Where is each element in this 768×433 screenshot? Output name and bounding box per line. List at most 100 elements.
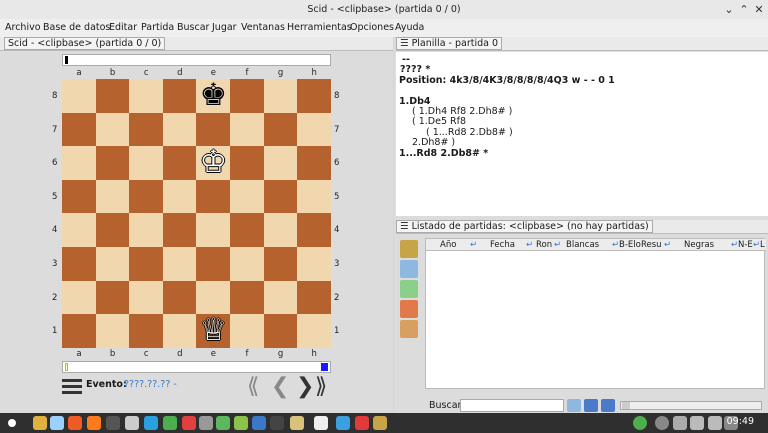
square-e7[interactable] [196, 112, 230, 147]
square-a5[interactable] [62, 179, 96, 214]
square-d4[interactable] [162, 213, 197, 247]
square-c7[interactable] [129, 112, 163, 147]
game-list-tab[interactable]: ☰ Listado de partidas: <clipbase> (no ha… [396, 220, 653, 233]
pgn-line[interactable]: 2.Dh8# ) [412, 137, 455, 148]
column-ronda[interactable]: Ron [536, 239, 552, 251]
open-database-icon[interactable] [400, 240, 418, 258]
pgn-line[interactable]: ( 1.De5 Rf8 [412, 116, 466, 127]
close-icon[interactable]: ✕ [752, 0, 766, 19]
square-h5[interactable] [297, 179, 331, 214]
square-h1[interactable] [297, 314, 331, 348]
square-f2[interactable] [230, 280, 264, 315]
square-a3[interactable] [62, 247, 96, 281]
square-f5[interactable] [230, 179, 264, 214]
square-b6[interactable] [95, 146, 130, 180]
square-a7[interactable] [62, 112, 96, 147]
update-icon[interactable] [633, 416, 647, 430]
square-g8[interactable] [263, 79, 298, 113]
app-icon[interactable] [125, 416, 139, 430]
square-g1[interactable] [263, 314, 298, 348]
pgn-line[interactable]: 1...Rd8 2.Db8# * [399, 148, 488, 159]
clipboard-icon[interactable] [673, 416, 687, 430]
last-move-button[interactable]: ⟫ [315, 374, 327, 399]
column-anio[interactable]: Año [440, 239, 456, 251]
square-c5[interactable] [129, 179, 163, 214]
square-c4[interactable] [129, 213, 163, 247]
square-d5[interactable] [162, 179, 197, 214]
square-g2[interactable] [263, 280, 298, 315]
square-b3[interactable] [95, 247, 130, 281]
menu-herramientas[interactable]: Herramientas [287, 22, 352, 33]
first-move-button[interactable]: ⟪ [247, 374, 259, 399]
square-b8[interactable] [95, 79, 130, 113]
square-h4[interactable] [297, 213, 331, 247]
white-queen-piece[interactable]: ♕ [196, 314, 230, 347]
start-menu-icon[interactable] [5, 416, 19, 430]
previous-move-button[interactable]: ❮ [271, 374, 289, 399]
menu-icon[interactable] [62, 378, 82, 399]
network-icon[interactable] [690, 416, 704, 430]
app-icon[interactable] [290, 416, 304, 430]
sort-icon[interactable]: ↵ [470, 239, 477, 251]
app-icon[interactable] [270, 416, 284, 430]
search-input[interactable] [460, 399, 564, 412]
square-b4[interactable] [95, 213, 130, 247]
sort-icon[interactable]: ↵ [554, 239, 561, 251]
menu-jugar[interactable]: Jugar [212, 22, 237, 33]
app-icon[interactable] [314, 416, 328, 430]
square-a4[interactable] [62, 213, 96, 247]
square-f3[interactable] [230, 247, 264, 281]
column-blancas[interactable]: Blancas [566, 239, 599, 251]
event-value[interactable]: ????.??.?? - [124, 379, 177, 390]
menu-buscar[interactable]: Buscar [177, 22, 209, 33]
pgn-line[interactable]: 1.Db4 [399, 96, 431, 107]
square-h3[interactable] [297, 247, 331, 281]
square-b5[interactable] [95, 179, 130, 214]
app-icon[interactable] [234, 416, 248, 430]
square-h8[interactable] [297, 79, 331, 113]
black-king-piece[interactable]: ♚ [196, 79, 230, 112]
white-king-piece[interactable]: ♔ [196, 146, 230, 179]
pgn-line[interactable]: ( 1.Dh4 Rf8 2.Dh8# ) [412, 106, 512, 117]
brave-icon[interactable] [68, 416, 82, 430]
square-c8[interactable] [129, 79, 163, 113]
menu-base-de-datos[interactable]: Base de datos [43, 22, 110, 33]
square-d7[interactable] [162, 112, 197, 147]
square-b2[interactable] [95, 280, 130, 315]
square-e3[interactable] [196, 247, 230, 281]
square-f6[interactable] [230, 146, 264, 180]
square-a2[interactable] [62, 280, 96, 315]
square-f7[interactable] [230, 112, 264, 147]
app-icon[interactable] [336, 416, 350, 430]
telegram-icon[interactable] [144, 416, 158, 430]
app-icon[interactable] [163, 416, 177, 430]
square-h2[interactable] [297, 280, 331, 315]
sort-icon[interactable]: ↵ [526, 239, 533, 251]
game-list-table[interactable]: Año ↵ Fecha ↵ Ron ↵ Blancas ↵ B-Elo Resu… [425, 238, 766, 389]
stats-icon[interactable] [400, 300, 418, 318]
menu-editar[interactable]: Editar [109, 22, 137, 33]
column-resultado[interactable]: Resu [641, 239, 662, 251]
column-n-elo[interactable]: N-E [738, 239, 753, 251]
menu-archivo[interactable]: Archivo [5, 22, 41, 33]
pgn-text-area[interactable]: --???? * Position: 4k3/8/4K3/8/8/8/8/4Q3 … [396, 52, 768, 216]
pgn-line[interactable]: ???? * [400, 64, 430, 75]
square-c1[interactable] [129, 314, 163, 348]
app-icon[interactable] [252, 416, 266, 430]
app-icon[interactable] [216, 416, 230, 430]
column-negras[interactable]: Negras [684, 239, 714, 251]
volume-icon[interactable] [708, 416, 722, 430]
square-d3[interactable] [162, 247, 197, 281]
square-d6[interactable] [162, 146, 197, 180]
app-icon[interactable] [199, 416, 213, 430]
swap-icon[interactable] [584, 399, 598, 412]
app-icon[interactable] [182, 416, 196, 430]
square-e5[interactable] [196, 179, 230, 214]
square-c2[interactable] [129, 280, 163, 315]
menu-opciones[interactable]: Opciones [350, 22, 394, 33]
maximize-icon[interactable]: ⌃ [737, 0, 751, 19]
sort-icon[interactable]: ↵ [664, 239, 671, 251]
board-pane-tab[interactable]: Scid - <clipbase> (partida 0 / 0) [4, 37, 166, 50]
folder-icon[interactable] [33, 416, 47, 430]
square-g4[interactable] [263, 213, 298, 247]
